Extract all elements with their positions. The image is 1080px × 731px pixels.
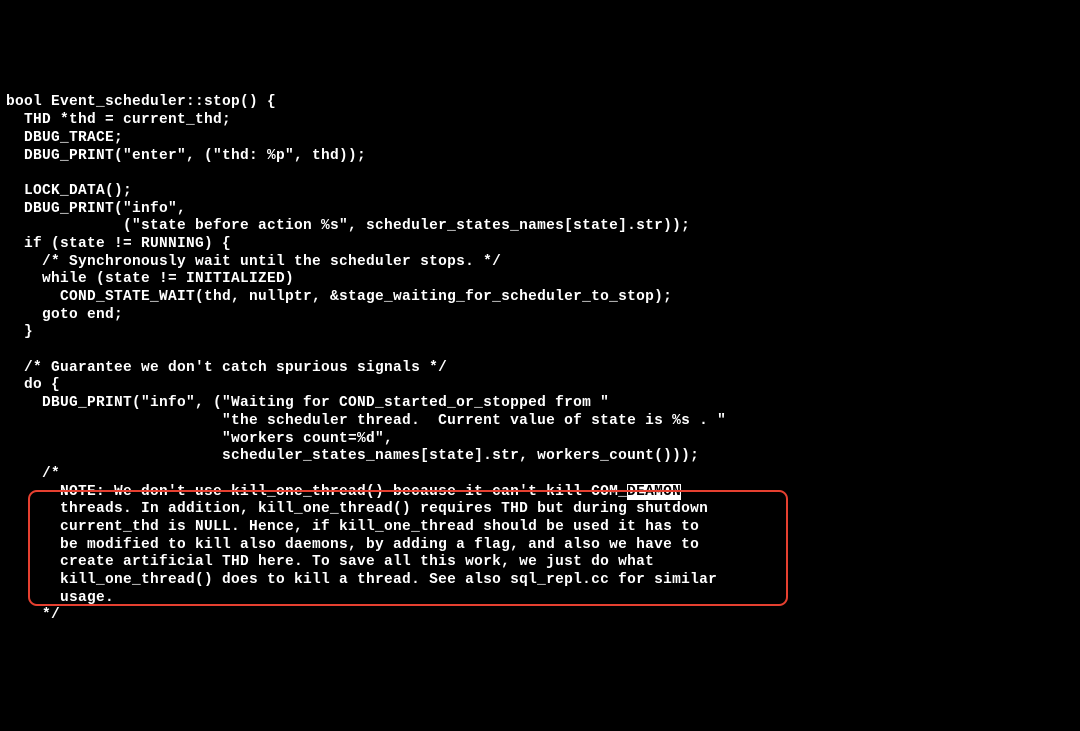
code-line: /*	[6, 466, 60, 482]
code-line: }	[6, 324, 33, 340]
code-line: LOCK_DATA();	[6, 183, 132, 199]
code-line: "the scheduler thread. Current value of …	[6, 413, 726, 429]
code-line: be modified to kill also daemons, by add…	[6, 537, 699, 553]
code-line: /* Guarantee we don't catch spurious sig…	[6, 360, 447, 376]
code-line: while (state != INITIALIZED)	[6, 271, 294, 287]
code-line: scheduler_states_names[state].str, worke…	[6, 448, 699, 464]
code-line: threads. In addition, kill_one_thread() …	[6, 501, 708, 517]
code-line: NOTE: We don't use kill_one_thread() bec…	[6, 484, 681, 500]
code-line: DBUG_PRINT("enter", ("thd: %p", thd));	[6, 148, 366, 164]
code-line: DBUG_PRINT("info", ("Waiting for COND_st…	[6, 395, 609, 411]
code-line: COND_STATE_WAIT(thd, nullptr, &stage_wai…	[6, 289, 672, 305]
code-text: NOTE: We don't use kill_one_thread() bec…	[6, 484, 627, 500]
code-line: current_thd is NULL. Hence, if kill_one_…	[6, 519, 699, 535]
code-line: THD *thd = current_thd;	[6, 112, 231, 128]
code-line: */	[6, 607, 60, 623]
code-line: do {	[6, 377, 60, 393]
code-container: bool Event_scheduler::stop() { THD *thd …	[6, 77, 1074, 643]
code-line: "workers count=%d",	[6, 431, 393, 447]
code-line: ("state before action %s", scheduler_sta…	[6, 218, 690, 234]
code-line: kill_one_thread() does to kill a thread.…	[6, 572, 717, 588]
code-line: /* Synchronously wait until the schedule…	[6, 254, 501, 270]
code-line: DBUG_PRINT("info",	[6, 201, 186, 217]
code-line: bool Event_scheduler::stop() {	[6, 94, 276, 110]
code-line: DBUG_TRACE;	[6, 130, 123, 146]
code-line: if (state != RUNNING) {	[6, 236, 231, 252]
code-line: create artificial THD here. To save all …	[6, 554, 654, 570]
search-highlight: DEAMON	[627, 484, 681, 500]
code-line: usage.	[6, 590, 114, 606]
code-line: goto end;	[6, 307, 123, 323]
